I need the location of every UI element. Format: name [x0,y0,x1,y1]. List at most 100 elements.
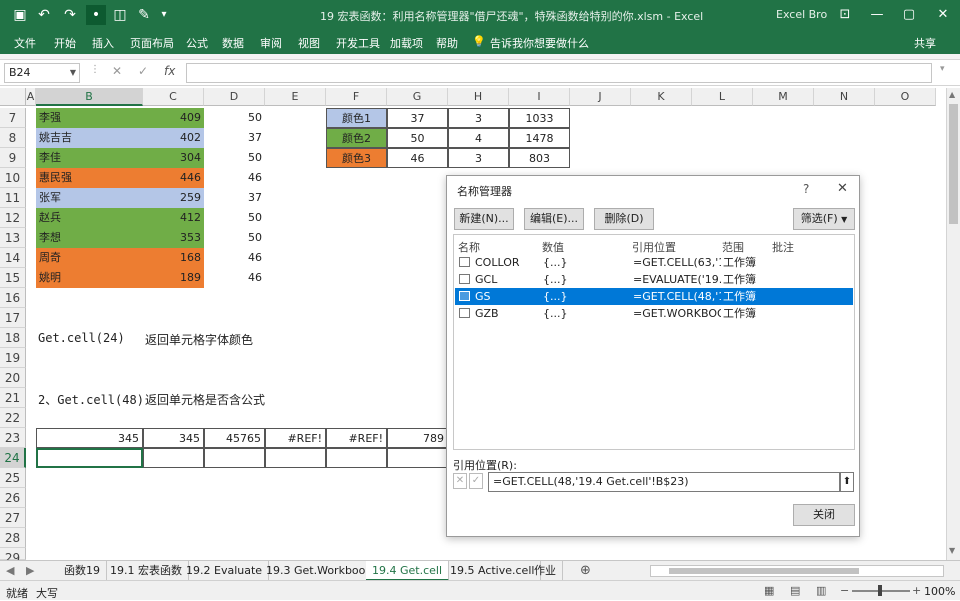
names-list[interactable]: 名称 数值 引用位置 范围 批注 COLLOR {...} =GET.CELL(… [453,234,855,450]
score-cell[interactable]: 168 [143,248,204,268]
row-header[interactable]: 16 [0,288,26,308]
close-icon[interactable]: ✕ [928,4,958,26]
name-cell[interactable]: 赵兵 [36,208,143,228]
row-header[interactable]: 19 [0,348,26,368]
sheet-tab[interactable]: 19.2 Evaluate [180,561,269,581]
tab-home[interactable]: 开始 [54,35,76,51]
scroll-down-icon[interactable]: ▼ [949,546,955,555]
minimize-icon[interactable]: — [862,4,892,26]
tab-page-layout[interactable]: 页面布局 [130,35,174,51]
row-header[interactable]: 15 [0,268,26,288]
row-header[interactable]: 25 [0,468,26,488]
row-header[interactable]: 12 [0,208,26,228]
zoom-level[interactable]: 100% [924,585,955,598]
value-cell[interactable]: 46 [204,268,265,288]
color-count-cell[interactable]: 46 [387,148,448,168]
undo-icon[interactable]: ↶ [34,5,54,25]
row-header[interactable]: 9 [0,148,26,168]
account-name[interactable]: Excel Bro [776,8,827,21]
score-cell[interactable]: 189 [143,268,204,288]
row-header[interactable]: 28 [0,528,26,548]
name-cell[interactable]: 李强 [36,108,143,128]
tab-developer[interactable]: 开发工具 [336,35,380,51]
value-cell[interactable]: 50 [204,108,265,128]
row-header[interactable]: 29 [0,548,26,560]
ribbon-display-icon[interactable]: ⊡ [830,4,860,26]
color-count-cell[interactable]: 3 [448,108,509,128]
column-header[interactable]: L [692,88,753,106]
camera-icon[interactable]: ◫ [110,5,130,25]
color-sum-cell[interactable]: 803 [509,148,570,168]
list-header-scope[interactable]: 范围 [722,239,744,255]
row-header[interactable]: 10 [0,168,26,188]
formula-input[interactable] [186,63,932,83]
color-label-cell[interactable]: 颜色3 [326,148,387,168]
save-icon[interactable]: ▣ [10,5,30,25]
row-header[interactable]: 11 [0,188,26,208]
list-header-value[interactable]: 数值 [542,239,564,255]
normal-view-icon[interactable]: ▦ [764,584,774,597]
score-cell[interactable]: 353 [143,228,204,248]
chevron-down-icon[interactable]: ▼ [70,64,76,82]
select-all-corner[interactable] [0,88,26,106]
name-cell[interactable]: 周奇 [36,248,143,268]
redo-icon[interactable]: ↷ [60,5,80,25]
zoom-out-icon[interactable]: − [840,584,849,597]
value-cell[interactable]: 46 [204,248,265,268]
maximize-icon[interactable]: ▢ [894,4,924,26]
row24-cell[interactable] [143,448,204,468]
name-row-selected[interactable]: GS {...} =GET.CELL(48,'1... 工作簿 [455,288,853,305]
sheet-tab[interactable]: 函数19 [58,561,107,581]
format-painter-icon[interactable]: ✎ [134,5,154,25]
note-font-color[interactable]: 返回单元格字体颜色 [145,331,253,348]
share-button[interactable]: 共享 [914,35,936,51]
score-cell[interactable]: 409 [143,108,204,128]
row-header[interactable]: 13 [0,228,26,248]
score-cell[interactable]: 412 [143,208,204,228]
name-cell[interactable]: 李想 [36,228,143,248]
tab-addins[interactable]: 加载项 [390,35,423,51]
scrollbar-thumb[interactable] [949,104,958,224]
horizontal-scrollbar[interactable] [650,565,944,577]
column-header[interactable]: N [814,88,875,106]
tab-file[interactable]: 文件 [14,35,36,51]
dialog-close-icon[interactable]: ✕ [837,181,848,196]
sheet-tab[interactable]: 19.3 Get.Workbook [260,561,379,581]
row-header[interactable]: 26 [0,488,26,508]
help-button[interactable]: ? [803,182,809,196]
column-header[interactable]: M [753,88,814,106]
name-cell[interactable]: 张军 [36,188,143,208]
row24-cell[interactable] [265,448,326,468]
column-header[interactable]: H [448,88,509,106]
row-header[interactable]: 21 [0,388,26,408]
sheet-tab[interactable]: 19.1 宏表函数 [104,561,189,581]
name-cell[interactable]: 姚明 [36,268,143,288]
row-header[interactable]: 17 [0,308,26,328]
value-cell[interactable]: 37 [204,188,265,208]
note-has-formula[interactable]: 返回单元格是否含公式 [145,391,265,408]
list-header-name[interactable]: 名称 [458,239,480,255]
collapse-dialog-icon[interactable]: ⬆ [840,472,854,492]
sheet-tab[interactable]: 19.5 Active.cell [444,561,541,581]
filter-button[interactable]: 筛选(F) ▼ [793,208,855,230]
column-header[interactable]: E [265,88,326,106]
color-sum-cell[interactable]: 1478 [509,128,570,148]
color-count-cell[interactable]: 4 [448,128,509,148]
delete-name-button[interactable]: 删除(D) [594,208,654,230]
tab-insert[interactable]: 插入 [92,35,114,51]
column-header[interactable]: K [631,88,692,106]
new-name-button[interactable]: 新建(N)... [454,208,514,230]
h-scrollbar-thumb[interactable] [669,568,859,574]
color-label-cell[interactable]: 颜色2 [326,128,387,148]
customize-toolbar-icon[interactable]: ▾ [154,5,174,25]
column-header[interactable]: G [387,88,448,106]
zoom-in-icon[interactable]: + [912,584,921,597]
add-sheet-icon[interactable]: ⊕ [574,561,597,581]
color-sum-cell[interactable]: 1033 [509,108,570,128]
color-count-cell[interactable]: 50 [387,128,448,148]
row23-cell[interactable]: 345 [36,428,143,448]
score-cell[interactable]: 259 [143,188,204,208]
cancel-icon[interactable]: ✕ [112,64,122,78]
note-getcell-24[interactable]: Get.cell(24) [38,331,125,345]
list-header-comment[interactable]: 批注 [772,239,794,255]
